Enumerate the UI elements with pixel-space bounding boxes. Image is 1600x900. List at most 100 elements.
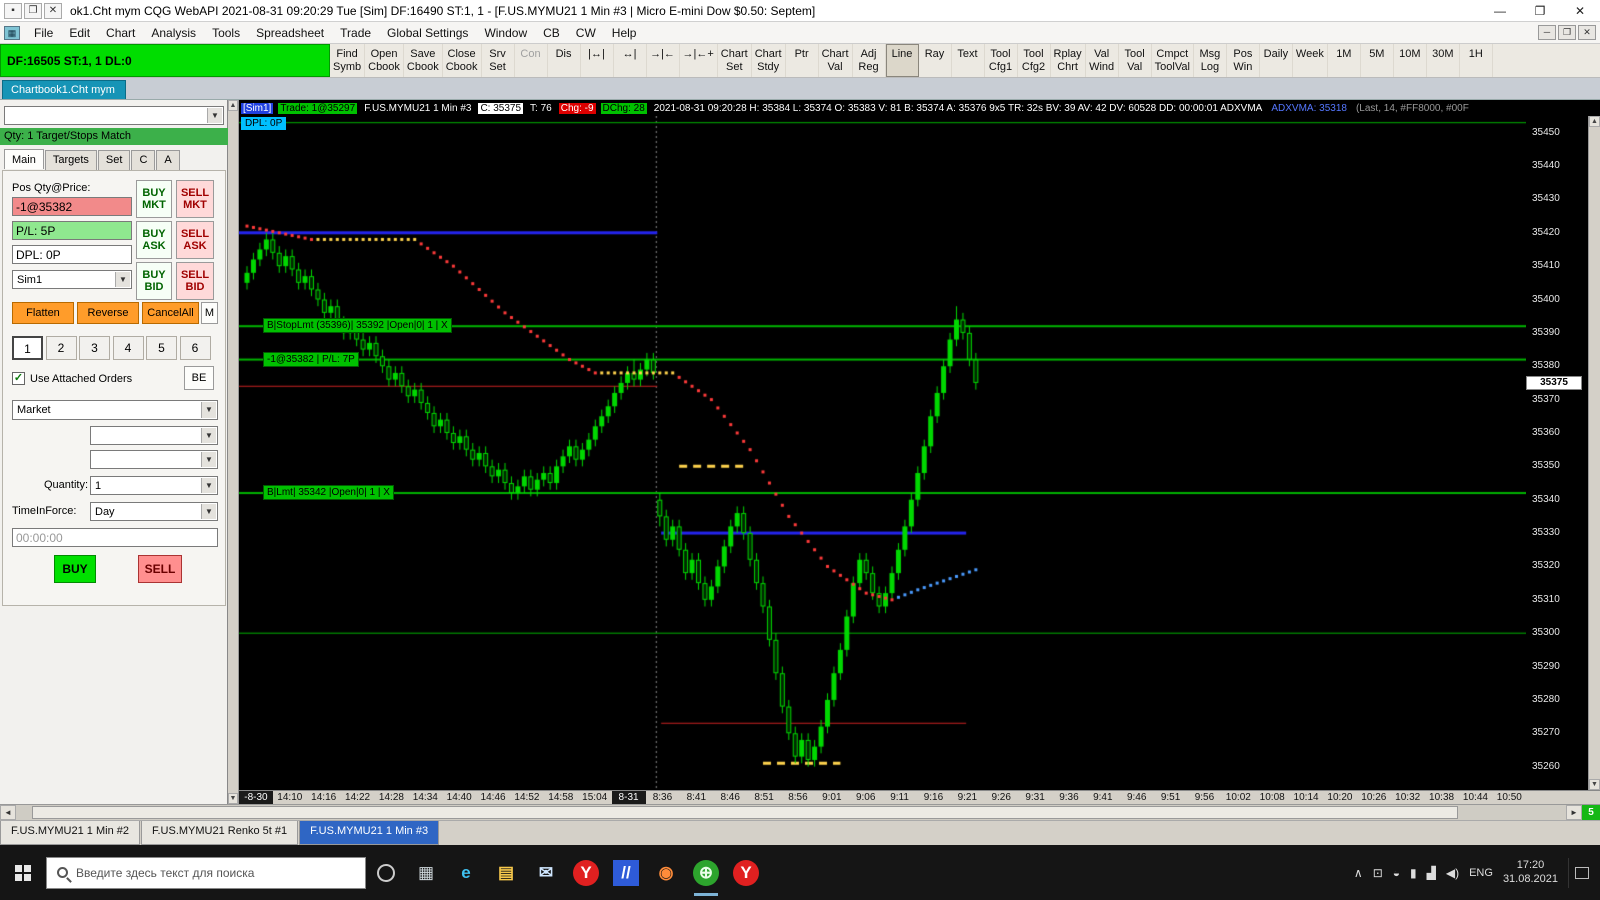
sell-button[interactable]: SELL: [138, 555, 182, 583]
close-button[interactable]: ✕: [1560, 0, 1600, 21]
menu-global-settings[interactable]: Global Settings: [379, 24, 476, 42]
start-button[interactable]: [0, 845, 46, 900]
child-close-icon[interactable]: ✕: [1578, 25, 1596, 40]
scroll-up-icon[interactable]: ▲: [1589, 116, 1600, 127]
use-attached-checkbox[interactable]: ✓: [12, 372, 25, 385]
cortana-button[interactable]: [366, 845, 406, 900]
restore-window-icon[interactable]: ❐: [24, 2, 42, 19]
panel-tab-targets[interactable]: Targets: [44, 150, 97, 170]
menu-help[interactable]: Help: [604, 24, 645, 42]
minimize-button[interactable]: —: [1480, 0, 1520, 21]
toolbar-shift-left-button[interactable]: →|←: [647, 44, 680, 77]
action-center-button[interactable]: [1568, 857, 1594, 888]
chevron-down-icon[interactable]: ▼: [201, 452, 216, 467]
network-icon[interactable]: ▟: [1427, 866, 1436, 880]
aux-combo-2[interactable]: ▼: [90, 450, 218, 469]
panel-tab-c[interactable]: C: [131, 150, 156, 170]
panel-tab-set[interactable]: Set: [97, 150, 131, 170]
toolbar-30m-button[interactable]: 30M: [1427, 44, 1460, 77]
chartbook-tab[interactable]: Chartbook1.Cht mym: [2, 80, 126, 99]
file-explorer-button[interactable]: ▤: [486, 845, 526, 900]
app-color-button[interactable]: ◉: [646, 845, 686, 900]
aux-combo-1[interactable]: ▼: [90, 426, 218, 445]
child-window-icon[interactable]: ▦: [4, 25, 20, 40]
toolbar-tool-cfg2-button[interactable]: Tool Cfg2: [1018, 44, 1051, 77]
toolbar-ray-button[interactable]: Ray: [919, 44, 952, 77]
toolbar-dis-button[interactable]: Dis: [548, 44, 581, 77]
scroll-down-icon[interactable]: ▼: [1589, 779, 1600, 790]
toolbar-1h-button[interactable]: 1H: [1460, 44, 1493, 77]
maximize-button[interactable]: ❐: [1520, 0, 1560, 21]
order-label-2[interactable]: B|Lmt| 35342 |Open|0| 1 | X: [263, 485, 394, 501]
chevron-down-icon[interactable]: ▼: [207, 108, 222, 123]
buy-bid-button[interactable]: BUY BID: [136, 262, 172, 300]
scroll-up-icon[interactable]: ▲: [228, 100, 238, 111]
toolbar-save-cbook-button[interactable]: Save Cbook: [404, 44, 443, 77]
qty-preset-1[interactable]: 1: [12, 336, 43, 360]
volume-icon[interactable]: ◀): [1446, 866, 1459, 880]
menu-window[interactable]: Window: [476, 24, 535, 42]
chart-vscrollbar-left[interactable]: ▲ ▼: [228, 100, 239, 804]
toolbar-cmpct-toolval-button[interactable]: Cmpct ToolVal: [1152, 44, 1194, 77]
hscroll-thumb[interactable]: [31, 806, 1458, 819]
chart-hscrollbar[interactable]: ◄ ► 5: [0, 804, 1600, 820]
order-label-1[interactable]: -1@35382 | P/L: 7P: [263, 351, 359, 367]
taskbar-search[interactable]: Введите здесь текст для поиска: [46, 856, 366, 889]
toolbar-msg-log-button[interactable]: Msg Log: [1194, 44, 1227, 77]
buy-ask-button[interactable]: BUY ASK: [136, 221, 172, 259]
chart-tab-1[interactable]: F.US.MYMU21 1 Min #2: [0, 821, 140, 845]
toolbar-week-button[interactable]: Week: [1293, 44, 1328, 77]
toolbar-con-button[interactable]: Con: [515, 44, 548, 77]
time-axis[interactable]: -8-30 14:10 14:16 14:22 14:28 14:34 14:40 14:46…: [239, 790, 1600, 804]
toolbar-daily-button[interactable]: Daily: [1260, 44, 1293, 77]
toolbar-text-button[interactable]: Text: [952, 44, 985, 77]
scroll-right-icon[interactable]: ►: [1566, 805, 1582, 820]
qty-preset-3[interactable]: 3: [79, 336, 110, 360]
toolbar-10m-button[interactable]: 10M: [1394, 44, 1427, 77]
toolbar-find-symb-button[interactable]: Find Symb: [330, 44, 366, 77]
order-label-0[interactable]: B|StopLmt (35396)| 35392 |Open|0| 1 | X: [263, 318, 452, 334]
toolbar-hscale-expand-button[interactable]: ↔|: [614, 44, 647, 77]
time-field[interactable]: 00:00:00: [12, 528, 218, 547]
child-minimize-icon[interactable]: ─: [1538, 25, 1556, 40]
mini-window-icon[interactable]: ▪: [4, 2, 22, 19]
edge-button[interactable]: e: [446, 845, 486, 900]
menu-spreadsheet[interactable]: Spreadsheet: [248, 24, 332, 42]
chevron-down-icon[interactable]: ▼: [201, 428, 216, 443]
toolbar-5m-button[interactable]: 5M: [1361, 44, 1394, 77]
globe-button[interactable]: ⊕: [686, 845, 726, 900]
chart-tab-3[interactable]: F.US.MYMU21 1 Min #3: [299, 821, 440, 845]
toolbar-adj-reg-button[interactable]: Adj Reg: [853, 44, 886, 77]
menu-chart[interactable]: Chart: [98, 24, 143, 42]
sell-mkt-button[interactable]: SELL MKT: [176, 180, 214, 218]
chevron-down-icon[interactable]: ▼: [201, 478, 216, 493]
qty-preset-2[interactable]: 2: [45, 336, 77, 360]
tif-combo[interactable]: Day ▼: [90, 502, 218, 521]
toolbar-ptr-button[interactable]: Ptr: [786, 44, 819, 77]
buy-mkt-button[interactable]: BUY MKT: [136, 180, 172, 218]
toolbar-rplay-chrt-button[interactable]: Rplay Chrt: [1051, 44, 1086, 77]
chart-tab-2[interactable]: F.US.MYMU21 Renko 5t #1: [140, 821, 299, 845]
flatten-button[interactable]: Flatten: [12, 302, 74, 324]
menu-analysis[interactable]: Analysis: [143, 24, 204, 42]
screen-icon[interactable]: ⊡: [1373, 866, 1383, 880]
yandex-button[interactable]: Y: [566, 845, 606, 900]
toolbar-srv-set-button[interactable]: Srv Set: [482, 44, 515, 77]
chevron-down-icon[interactable]: ▼: [201, 504, 216, 519]
tray-expand-icon[interactable]: ∧: [1354, 866, 1363, 880]
chart-canvas[interactable]: [239, 116, 1526, 790]
menu-tools[interactable]: Tools: [204, 24, 248, 42]
chevron-down-icon[interactable]: ▼: [115, 272, 130, 287]
qty-preset-4[interactable]: 4: [112, 336, 144, 360]
buy-button[interactable]: BUY: [54, 555, 96, 583]
sell-bid-button[interactable]: SELL BID: [176, 262, 214, 300]
task-view-button[interactable]: ▦: [406, 845, 446, 900]
toolbar-tool-cfg1-button[interactable]: Tool Cfg1: [985, 44, 1018, 77]
scroll-down-icon[interactable]: ▼: [228, 793, 238, 804]
mic-icon[interactable]: ◒: [1393, 866, 1400, 880]
toolbar-1m-button[interactable]: 1M: [1328, 44, 1361, 77]
hscroll-track[interactable]: [16, 805, 1566, 820]
toolbar-tool-val-button[interactable]: Tool Val: [1119, 44, 1152, 77]
mail-button[interactable]: ✉: [526, 845, 566, 900]
pos-qty-field[interactable]: -1@35382: [12, 197, 132, 216]
